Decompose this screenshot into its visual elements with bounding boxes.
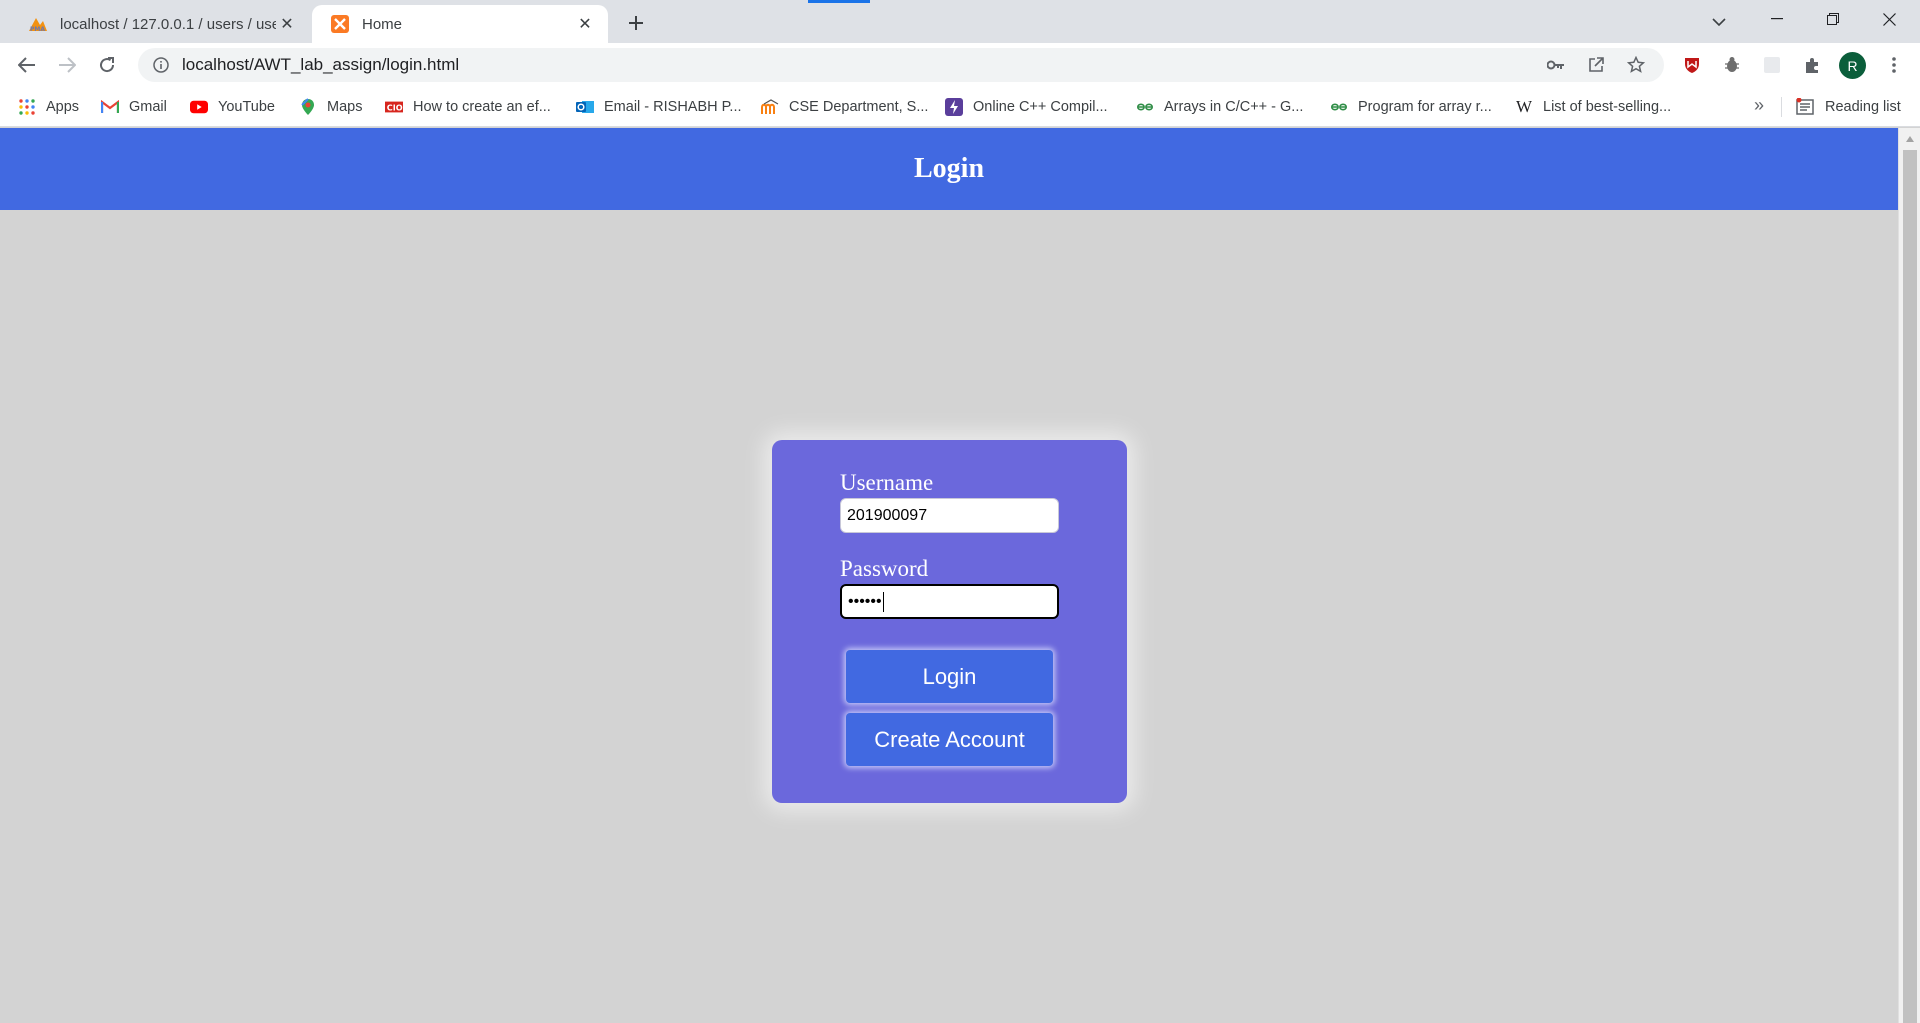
bookmark-label: Program for array r... (1358, 99, 1492, 115)
bookmarks-divider (1781, 97, 1782, 117)
apps-grid-icon (18, 98, 36, 116)
close-icon[interactable]: ✕ (574, 13, 596, 35)
close-icon (1882, 12, 1896, 26)
page-header: Login (0, 128, 1898, 210)
youtube-icon (190, 98, 208, 116)
tab-phpmyadmin[interactable]: PMA localhost / 127.0.0.1 / users / use … (10, 5, 310, 43)
forward-arrow-icon (59, 57, 76, 73)
password-value: •••••• (848, 592, 882, 610)
address-bar[interactable]: localhost/AWT_lab_assign/login.html (138, 48, 1664, 82)
bookmark-maps[interactable]: Maps (299, 95, 362, 119)
moodle-icon (761, 98, 779, 116)
address-url: localhost/AWT_lab_assign/login.html (182, 55, 460, 74)
key-icon[interactable] (1539, 48, 1573, 82)
tab-title: localhost / 127.0.0.1 / users / use (60, 15, 276, 33)
bug-extension-icon[interactable] (1716, 49, 1748, 81)
gmail-icon (101, 98, 119, 116)
bookmark-label: YouTube (218, 99, 275, 115)
outlook-icon (576, 98, 594, 116)
username-label: Username (840, 470, 934, 495)
bookmark-label: Apps (46, 99, 80, 115)
bookmark-label: Email - RISHABH P... (604, 99, 742, 115)
tab-search-button[interactable] (1705, 8, 1733, 36)
bookmark-label: List of best-selling... (1543, 99, 1672, 115)
tab-strip-highlight (808, 0, 870, 3)
xampp-icon (330, 14, 350, 34)
bookmark-label: Maps (327, 99, 363, 115)
bookmark-online-cpp[interactable]: Online C++ Compil... (945, 95, 1108, 119)
tab-title: Home (362, 15, 403, 33)
gfg-icon (1330, 98, 1348, 116)
bookmark-arrays-gfg[interactable]: Arrays in C/C++ - G... (1136, 95, 1303, 119)
profile-avatar[interactable]: R (1839, 52, 1866, 79)
bookmark-label: Online C++ Compil... (973, 99, 1108, 115)
username-input[interactable]: 201900097 (840, 498, 1059, 533)
blank-extension-icon[interactable] (1756, 49, 1788, 81)
minimize-button[interactable] (1749, 0, 1805, 38)
bookmark-gmail[interactable]: Gmail (101, 95, 167, 119)
page-title: Login (913, 153, 985, 184)
bookmark-youtube[interactable]: YouTube (190, 95, 275, 119)
cio-icon: CIO (385, 98, 403, 116)
password-label: Password (840, 556, 929, 581)
bookmark-label: How to create an ef... (413, 99, 551, 115)
svg-text:PMA: PMA (30, 26, 45, 32)
tab-strip: PMA localhost / 127.0.0.1 / users / use … (0, 0, 1920, 43)
close-icon[interactable]: ✕ (276, 13, 298, 35)
lightning-icon (945, 98, 963, 116)
reading-list-button[interactable]: Reading list (1781, 95, 1901, 119)
back-arrow-icon (18, 57, 35, 73)
new-tab-button[interactable] (622, 9, 650, 37)
create-account-button[interactable]: Create Account (846, 713, 1053, 766)
mcafee-extension-icon[interactable] (1676, 49, 1708, 81)
gfg-icon (1136, 98, 1154, 116)
username-value: 201900097 (847, 506, 928, 524)
browser-toolbar: localhost/AWT_lab_assign/login.html R (0, 43, 1920, 87)
minimize-icon (1771, 18, 1783, 20)
bookmark-label: Arrays in C/C++ - G... (1164, 99, 1304, 115)
scroll-up-arrow-icon[interactable] (1899, 132, 1920, 146)
reload-button[interactable] (91, 49, 123, 81)
info-icon[interactable] (144, 48, 178, 82)
bookmark-wikipedia[interactable]: W List of best-selling... (1515, 95, 1671, 119)
bookmarks-bar: Apps Gmail YouTube Maps CIO How to creat… (0, 87, 1920, 127)
reading-list-label: Reading list (1825, 99, 1901, 115)
share-icon[interactable] (1579, 48, 1613, 82)
svg-text:CIO: CIO (387, 103, 403, 113)
text-caret (882, 591, 884, 612)
menu-kebab-icon[interactable] (1878, 49, 1910, 81)
more-bookmarks-chevron-icon[interactable]: » (1754, 95, 1764, 116)
tab-home[interactable]: Home ✕ (312, 5, 608, 43)
wikipedia-icon: W (1515, 97, 1533, 116)
forward-button[interactable] (51, 49, 83, 81)
page-scrollbar[interactable] (1898, 128, 1920, 1023)
bookmark-label: Gmail (129, 99, 167, 115)
back-button[interactable] (11, 49, 43, 81)
extensions-puzzle-icon[interactable] (1796, 49, 1828, 81)
login-button[interactable]: Login (846, 650, 1053, 703)
restore-icon (1827, 13, 1839, 25)
star-icon[interactable] (1619, 48, 1653, 82)
reading-list-icon (1795, 98, 1815, 116)
bookmark-label: CSE Department, S... (789, 99, 929, 115)
bookmark-apps[interactable]: Apps (18, 95, 79, 119)
chevron-down-icon (1712, 18, 1726, 26)
window-close-button[interactable] (1861, 0, 1917, 38)
reload-icon (100, 57, 115, 73)
password-input[interactable]: •••••• (840, 584, 1059, 619)
bookmark-outlook[interactable]: Email - RISHABH P... (576, 95, 742, 119)
bookmark-cio[interactable]: CIO How to create an ef... (385, 95, 551, 119)
login-card: Username 201900097 Password •••••• Login… (772, 440, 1127, 803)
bookmark-cse-department[interactable]: CSE Department, S... (761, 95, 928, 119)
bookmark-program-array[interactable]: Program for array r... (1330, 95, 1492, 119)
phpmyadmin-icon: PMA (28, 14, 48, 34)
scrollbar-thumb[interactable] (1903, 150, 1917, 1023)
restore-button[interactable] (1805, 0, 1861, 38)
maps-icon (299, 98, 317, 116)
